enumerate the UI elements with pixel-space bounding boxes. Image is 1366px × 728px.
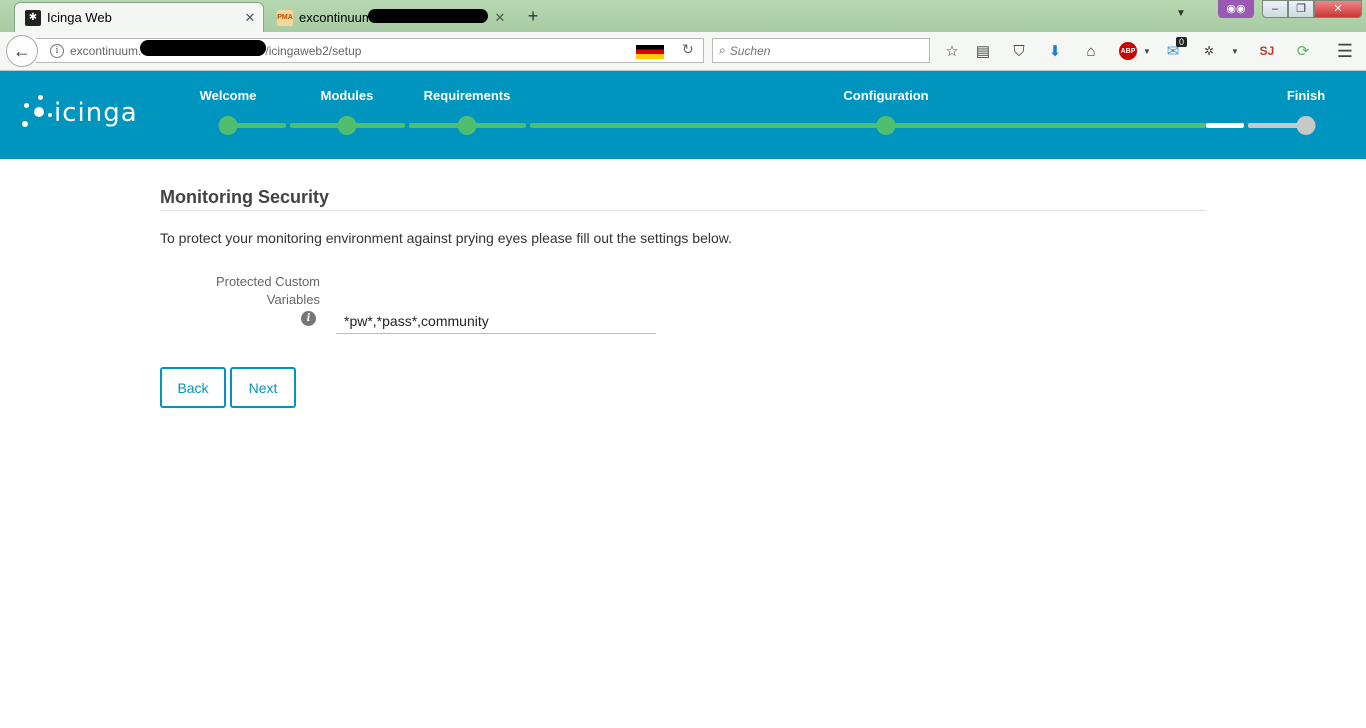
browser-tab-bar: ✱ Icinga Web ✕ PMA excontinuum. ✕ + ▼ ◉◉…: [0, 0, 1366, 32]
step-requirements-label: Requirements: [423, 88, 511, 103]
browser-nav-bar: i excontinuum. /icingaweb2/setup ↻ ← ⌕ S…: [0, 32, 1366, 71]
maximize-button[interactable]: ❐: [1288, 0, 1314, 18]
url-host: excontinuum.: [70, 43, 142, 58]
step-configuration-label: Configuration: [843, 88, 929, 103]
setup-wizard-header: icinga Welcome Modules Requirements Conf…: [0, 71, 1366, 159]
tab-title: Icinga Web: [47, 10, 112, 25]
progress-segment-configuration: [530, 123, 1206, 128]
search-icon: ⌕: [719, 43, 726, 57]
protected-vars-label: Protected Custom Variables: [190, 273, 320, 309]
step-finish-label: Finish: [1286, 88, 1326, 103]
step-welcome-dot: [218, 116, 238, 135]
minimize-button[interactable]: ‒: [1262, 0, 1288, 18]
new-tab-button[interactable]: +: [522, 5, 544, 27]
extension-bug-icon[interactable]: ✲: [1198, 40, 1220, 62]
site-info-icon[interactable]: i: [50, 43, 64, 58]
tab-icinga-web[interactable]: ✱ Icinga Web ✕: [14, 2, 264, 32]
phpmyadmin-favicon-icon: PMA: [277, 9, 293, 26]
label-line-1: Protected Custom: [215, 274, 320, 289]
progress-segment-remaining: [1206, 123, 1244, 128]
step-requirements-dot: [457, 116, 477, 135]
extension-refresh-icon[interactable]: ⟳: [1292, 40, 1314, 62]
step-modules-label: Modules: [320, 88, 374, 103]
icinga-logo-mark-icon: [22, 93, 52, 133]
intro-text: To protect your monitoring environment a…: [160, 230, 732, 246]
redaction-mark: [140, 40, 266, 56]
url-path: /icingaweb2/setup: [265, 43, 362, 58]
tab-list-chevron-icon[interactable]: ▼: [1176, 8, 1186, 19]
step-welcome-label: Welcome: [199, 88, 257, 103]
extension-sj-icon[interactable]: SJ: [1256, 40, 1278, 62]
home-icon[interactable]: ⌂: [1080, 40, 1102, 62]
next-button[interactable]: Next: [230, 367, 296, 408]
icinga-logo: icinga: [22, 93, 138, 133]
hamburger-menu-icon[interactable]: ☰: [1334, 40, 1356, 62]
close-tab-icon[interactable]: ✕: [491, 10, 509, 26]
back-button[interactable]: Back: [160, 367, 226, 408]
protected-custom-variables-input[interactable]: [336, 308, 656, 334]
browser-back-button[interactable]: ←: [6, 35, 38, 67]
close-tab-icon[interactable]: ✕: [241, 10, 259, 26]
step-finish-dot: [1296, 116, 1316, 135]
info-help-icon[interactable]: i: [301, 311, 316, 326]
pocket-icon[interactable]: ⛉: [1008, 40, 1030, 62]
bookmark-star-icon[interactable]: ☆: [941, 40, 963, 62]
notification-count-badge: 0: [1176, 37, 1188, 47]
search-placeholder: Suchen: [729, 43, 771, 58]
redaction-mark: [368, 9, 488, 23]
search-bar[interactable]: ⌕ Suchen: [712, 38, 930, 63]
download-icon[interactable]: ⬇: [1044, 40, 1066, 62]
adblock-plus-icon[interactable]: ABP: [1119, 42, 1137, 60]
step-modules-dot: [337, 116, 357, 135]
extension-dropdown-icon[interactable]: ▼: [1224, 40, 1246, 62]
title-divider: [160, 210, 1206, 211]
german-flag-icon: [636, 45, 664, 59]
close-window-button[interactable]: ✕: [1314, 0, 1362, 18]
icinga-logo-text: icinga: [54, 98, 138, 128]
abp-dropdown-icon[interactable]: ▼: [1136, 40, 1158, 62]
url-bar[interactable]: i excontinuum. /icingaweb2/setup ↻: [36, 38, 704, 63]
private-browsing-mask-icon: ◉◉: [1218, 0, 1254, 18]
label-line-2: Variables: [266, 292, 320, 307]
reading-list-icon[interactable]: ▤: [972, 40, 994, 62]
reload-icon[interactable]: ↻: [682, 41, 694, 58]
step-configuration-dot: [876, 116, 896, 135]
page-title: Monitoring Security: [160, 187, 330, 207]
icinga-favicon-icon: ✱: [25, 9, 41, 26]
